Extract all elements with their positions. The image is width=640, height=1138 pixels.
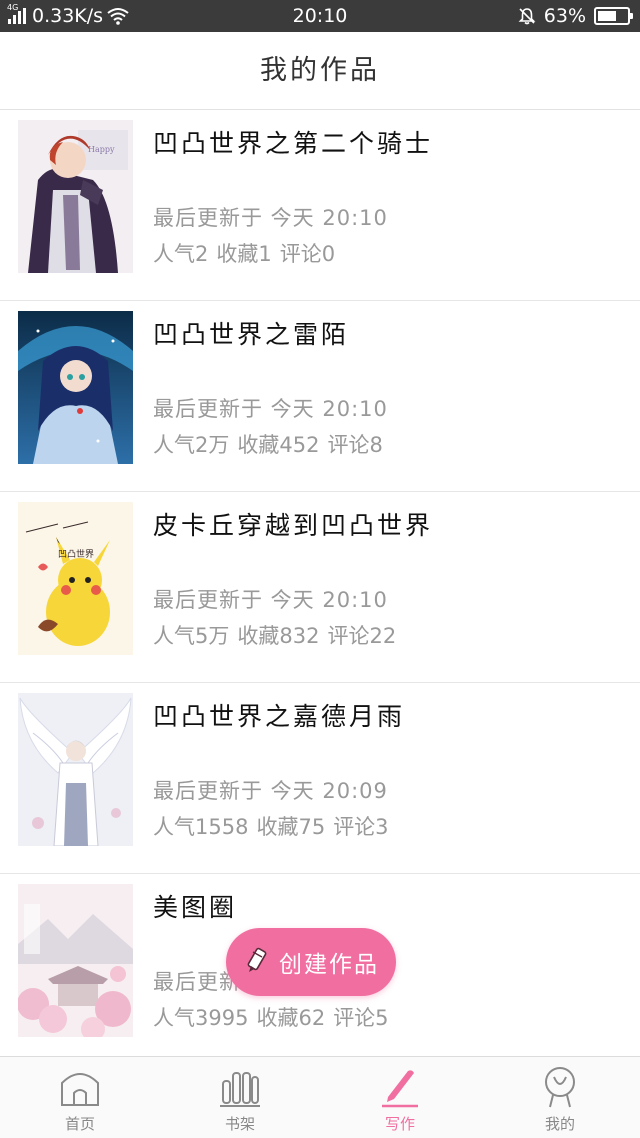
- work-title[interactable]: 凹凸世界之第二个骑士: [153, 124, 433, 160]
- work-title[interactable]: 美图圈: [153, 888, 237, 924]
- work-favorites: 收藏832: [237, 624, 320, 648]
- work-item[interactable]: Happy 凹凸世界之第二个骑士 最后更新于 今天 20:10 人气2 收藏1 评论…: [0, 110, 640, 301]
- work-updated: 最后更新于 今天 20:10: [153, 206, 388, 230]
- work-title[interactable]: 凹凸世界之雷陌: [153, 315, 349, 351]
- work-favorites: 收藏1: [216, 242, 272, 266]
- work-popularity: 人气2: [153, 242, 209, 266]
- work-stats: 人气1558 收藏75 评论3: [153, 811, 397, 841]
- battery-percent: 63%: [543, 5, 586, 27]
- work-favorites: 收藏75: [256, 815, 326, 839]
- tab-home-label: 首页: [64, 1115, 95, 1133]
- battery-icon: [594, 7, 633, 25]
- svg-text:凹凸世界: 凹凸世界: [58, 548, 94, 560]
- tab-write[interactable]: 写作: [320, 1057, 480, 1138]
- work-popularity: 人气3995: [153, 1006, 249, 1030]
- tab-write-label: 写作: [384, 1115, 415, 1133]
- work-title[interactable]: 皮卡丘穿越到凹凸世界: [153, 506, 433, 542]
- cover-sakura[interactable]: [18, 884, 133, 1037]
- write-icon: [382, 1070, 418, 1108]
- create-work-button[interactable]: 创建作品: [226, 928, 396, 996]
- work-popularity: 人气1558: [153, 815, 249, 839]
- cover-girl-blue[interactable]: [18, 311, 133, 464]
- pencil-icon: [247, 947, 267, 972]
- work-updated: 最后更新于 今天 20:10: [153, 588, 388, 612]
- tab-bookshelf[interactable]: 书架: [160, 1057, 320, 1138]
- work-updated: 最后更新于 今天 20:09: [153, 779, 388, 803]
- page-title: 我的作品: [260, 55, 380, 86]
- home-icon: [61, 1073, 99, 1106]
- work-title[interactable]: 凹凸世界之嘉德月雨: [153, 697, 405, 733]
- work-favorites: 收藏452: [237, 433, 320, 457]
- work-comments: 评论3: [333, 815, 389, 839]
- work-comments: 评论0: [279, 242, 336, 266]
- work-item[interactable]: 凹凸世界 皮卡丘穿越到凹凸世界 最后更新于 今天 20:10 人气5万 收藏832…: [0, 492, 640, 683]
- works-list[interactable]: Happy 凹凸世界之第二个骑士 最后更新于 今天 20:10 人气2 收藏1 评论…: [0, 110, 640, 1056]
- cover-knight[interactable]: Happy: [18, 120, 133, 273]
- tab-profile[interactable]: 我的: [480, 1057, 640, 1138]
- tab-profile-label: 我的: [544, 1115, 575, 1133]
- work-item[interactable]: 凹凸世界之嘉德月雨 最后更新于 今天 20:09 人气1558 收藏75 评论3: [0, 683, 640, 874]
- work-popularity: 人气5万: [153, 624, 230, 648]
- bookshelf-icon: [220, 1072, 260, 1107]
- cover-pikachu[interactable]: 凹凸世界: [18, 502, 133, 655]
- svg-text:Happy: Happy: [88, 145, 115, 154]
- profile-icon: [545, 1067, 575, 1108]
- mute-bell-icon: [518, 8, 536, 25]
- work-stats: 人气2 收藏1 评论0: [153, 238, 343, 268]
- bottom-tab-bar: 首页 书架 写作 我的: [0, 1056, 640, 1138]
- status-bar: 4G 0.33K/s 20:10 63%: [0, 0, 640, 32]
- work-favorites: 收藏62: [256, 1006, 326, 1030]
- tab-home[interactable]: 首页: [0, 1057, 160, 1138]
- tab-bookshelf-label: 书架: [224, 1115, 255, 1133]
- work-stats: 人气3995 收藏62 评论5: [153, 1002, 397, 1032]
- work-item[interactable]: 凹凸世界之雷陌 最后更新于 今天 20:10 人气2万 收藏452 评论8: [0, 301, 640, 492]
- status-right: 63%: [518, 5, 633, 27]
- work-updated: 最后更新于 今天 20:10: [153, 397, 388, 421]
- work-comments: 评论22: [327, 624, 397, 648]
- work-stats: 人气2万 收藏452 评论8: [153, 429, 391, 459]
- work-popularity: 人气2万: [153, 433, 230, 457]
- page-header: 我的作品: [0, 32, 640, 110]
- cover-angel[interactable]: [18, 693, 133, 846]
- work-stats: 人气5万 收藏832 评论22: [153, 620, 404, 650]
- work-comments: 评论5: [333, 1006, 389, 1030]
- work-comments: 评论8: [327, 433, 383, 457]
- battery-fill: [598, 11, 616, 21]
- create-work-label: 创建作品: [279, 952, 379, 978]
